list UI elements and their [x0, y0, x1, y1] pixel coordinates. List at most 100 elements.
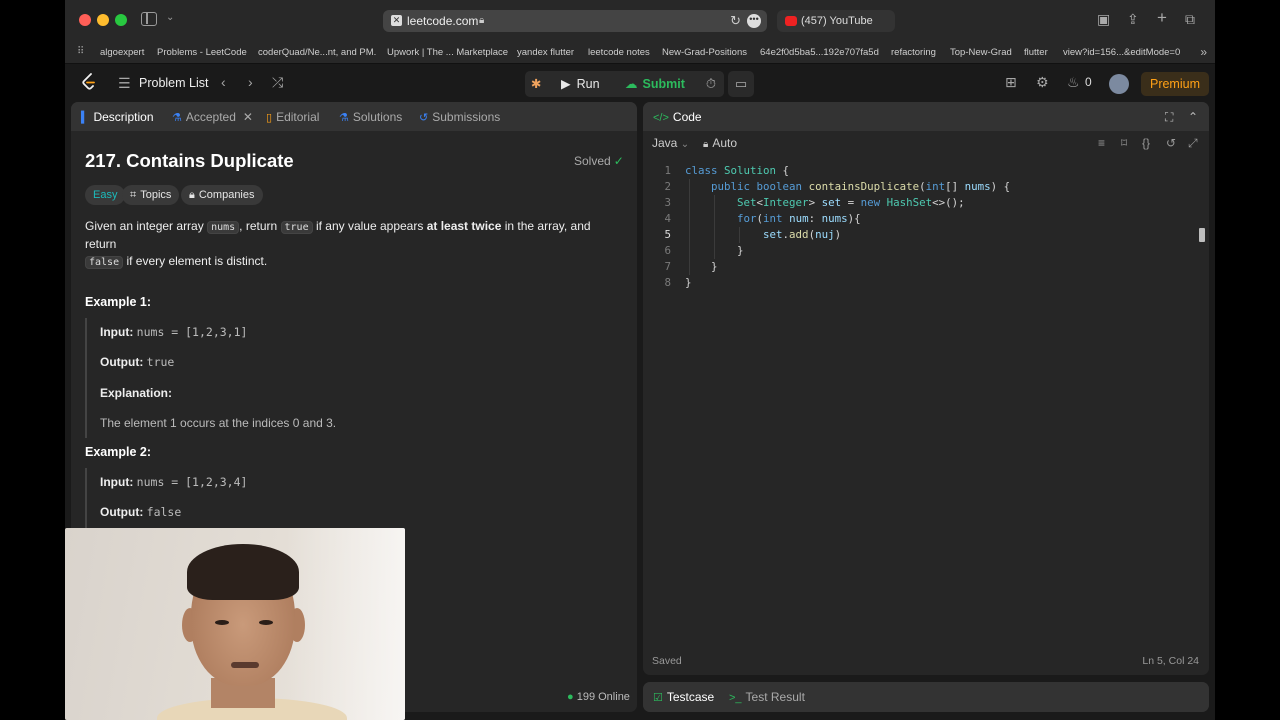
braces-icon[interactable]: {}	[1142, 136, 1150, 150]
share-icon[interactable]: ⇪	[1127, 11, 1139, 28]
bookmark-item[interactable]: yandex flutter	[517, 47, 574, 58]
debug-icon[interactable]: ✱	[531, 71, 541, 97]
example-1-input: Input: nums = [1,2,3,1]	[100, 325, 248, 339]
maximize-icon[interactable]: ⛶	[1165, 110, 1173, 125]
bookmark-item[interactable]: refactoring	[891, 47, 936, 58]
reset-code-icon[interactable]: ↺	[1166, 136, 1176, 150]
premium-button[interactable]: Premium	[1141, 72, 1209, 96]
leetcode-favicon-icon: ✕	[391, 15, 402, 26]
fullscreen-icon[interactable]: ⤢	[1188, 136, 1198, 151]
bookmark-item[interactable]: Top-New-Grad	[950, 47, 1012, 58]
testcase-tabbar: ☑ Testcase >_ Test Result	[643, 682, 1209, 712]
chevron-down-icon[interactable]: ⌄	[166, 12, 174, 23]
lock-icon: 🔒︎	[703, 139, 709, 150]
reader-icon[interactable]: ▣	[1097, 11, 1110, 28]
reload-icon[interactable]: ↻	[730, 13, 741, 29]
code-line-text: set.add(nuj)	[763, 228, 842, 241]
example-1-explanation-label: Explanation:	[100, 386, 173, 400]
topics-button[interactable]: ⌗ Topics	[122, 185, 180, 205]
apps-grid-icon[interactable]: ⠿	[77, 46, 84, 57]
problem-list-link[interactable]: Problem List	[139, 76, 208, 90]
shuffle-icon[interactable]: ⤮	[272, 74, 283, 91]
collapse-icon[interactable]: ⌃	[1188, 110, 1198, 124]
cloud-upload-icon: ☁	[625, 77, 638, 91]
bookmark-item[interactable]: Upwork | The ... Marketplace	[387, 47, 508, 58]
bookmark-item[interactable]: leetcode notes	[588, 47, 650, 58]
problem-title: 217. Contains Duplicate	[85, 150, 294, 171]
code-brackets-icon: </>	[653, 112, 669, 124]
editor-scrollbar[interactable]	[1199, 228, 1205, 242]
code-line-current: 5 set.add(nuj)	[664, 228, 842, 241]
bookmark-item[interactable]: 64e2f0d5ba5...192e707fa5d	[760, 47, 879, 58]
bookmark-item[interactable]: coderQuad/Ne...nt, and PM.	[258, 47, 376, 58]
tab-testcase[interactable]: ☑ Testcase	[653, 690, 714, 704]
code-line: 3 Set<Integer> set = new HashSet<>();	[664, 196, 965, 209]
bookmark-item[interactable]: flutter	[1024, 47, 1048, 58]
save-status: Saved	[652, 655, 682, 667]
leetcode-logo-icon[interactable]	[81, 73, 97, 91]
previous-problem-icon[interactable]: ‹	[221, 74, 226, 90]
autocomplete-mode[interactable]: 🔒︎ Auto	[703, 136, 737, 150]
tab-description[interactable]: ▍ Description	[81, 110, 154, 124]
format-icon[interactable]: ≡	[1098, 136, 1105, 150]
minimize-window-button[interactable]	[97, 14, 109, 26]
person-eye	[259, 620, 273, 625]
code-line-text: }	[685, 276, 692, 289]
leetcode-navbar: ☰ Problem List ‹ › ⤮ ✱ ▶ Run ☁ Submit ⏱ ▭ …	[65, 64, 1215, 102]
new-tab-icon[interactable]: +	[1157, 8, 1167, 28]
bookmark-icon[interactable]: ⌑	[1121, 136, 1127, 150]
streak-count: 0	[1085, 75, 1092, 89]
language-select[interactable]: Java ⌄	[652, 136, 689, 150]
layout-grid-icon[interactable]: ⊞	[1005, 74, 1017, 91]
streak-flame-icon[interactable]: ♨	[1067, 74, 1080, 91]
more-options-icon[interactable]: •••	[747, 14, 761, 28]
close-tab-icon[interactable]: ✕	[243, 110, 253, 124]
tab-youtube[interactable]: (457) YouTube	[777, 10, 895, 32]
book-icon: ▯	[266, 112, 273, 124]
bookmark-item[interactable]: view?id=156...&editMode=0	[1063, 47, 1180, 58]
difficulty-badge: Easy	[85, 185, 126, 205]
bookmarks-overflow-icon[interactable]: »	[1200, 45, 1207, 59]
run-submit-group: ✱ ▶ Run ☁ Submit	[525, 71, 724, 97]
tag-icon: ⌗	[130, 189, 137, 201]
code-line: 6 }	[664, 244, 744, 257]
tab-editorial[interactable]: ▯ Editorial	[266, 110, 319, 124]
sidebar-toggle-icon[interactable]	[141, 12, 157, 26]
example-1-explanation: The element 1 occurs at the indices 0 an…	[100, 416, 337, 430]
close-window-button[interactable]	[79, 14, 91, 26]
browser-toolbar: ⌄ ✕ leetcode.com 🔒︎ ↻ ••• (457) YouTube …	[65, 0, 1215, 40]
bookmarks-bar: ⠿ algoexpert Problems - LeetCode coderQu…	[65, 40, 1215, 64]
user-avatar[interactable]	[1109, 74, 1129, 94]
settings-gear-icon[interactable]: ⚙	[1036, 74, 1049, 91]
problem-list-icon[interactable]: ☰	[118, 75, 131, 92]
next-problem-icon[interactable]: ›	[248, 74, 253, 90]
submit-button[interactable]: ☁ Submit	[625, 71, 685, 97]
tab-test-result[interactable]: >_ Test Result	[729, 690, 805, 704]
tab-accepted[interactable]: ⚗ Accepted ✕	[172, 110, 253, 124]
code-line-text: Set<Integer> set = new HashSet<>();	[737, 196, 965, 209]
tab-code[interactable]: </> Code	[653, 110, 702, 124]
chevron-down-icon: ⌄	[680, 139, 690, 150]
tab-submissions[interactable]: ↺ Submissions	[419, 110, 500, 124]
bookmark-item[interactable]: algoexpert	[100, 47, 144, 58]
tab-solutions[interactable]: ⚗ Solutions	[339, 110, 402, 124]
solved-status: Solved ✓	[574, 154, 624, 168]
notes-icon[interactable]: ▭	[728, 71, 754, 97]
tab-overview-icon[interactable]: ⧉	[1185, 11, 1195, 28]
run-button[interactable]: ▶ Run	[561, 71, 600, 97]
companies-button[interactable]: 🔒︎ Companies	[181, 185, 263, 205]
check-circle-icon: ✓	[613, 154, 624, 168]
code-line-text: for(int num: nums){	[737, 212, 861, 225]
example-1-block: Input: nums = [1,2,3,1] Output: true Exp…	[85, 318, 625, 438]
history-icon: ↺	[419, 112, 429, 124]
address-bar[interactable]: ✕ leetcode.com 🔒︎ ↻ •••	[383, 10, 767, 32]
person-eye	[215, 620, 229, 625]
person-hair	[187, 544, 299, 600]
checkbox-icon: ☑	[653, 692, 663, 704]
code-line: 2 public boolean containsDuplicate(int[]…	[664, 180, 1011, 193]
timer-icon[interactable]: ⏱	[698, 71, 724, 97]
bookmark-item[interactable]: New-Grad-Positions	[662, 47, 747, 58]
bookmark-item[interactable]: Problems - LeetCode	[157, 47, 247, 58]
zoom-window-button[interactable]	[115, 14, 127, 26]
code-editor[interactable]: 1 class Solution { 2 public boolean conta…	[643, 163, 1209, 291]
